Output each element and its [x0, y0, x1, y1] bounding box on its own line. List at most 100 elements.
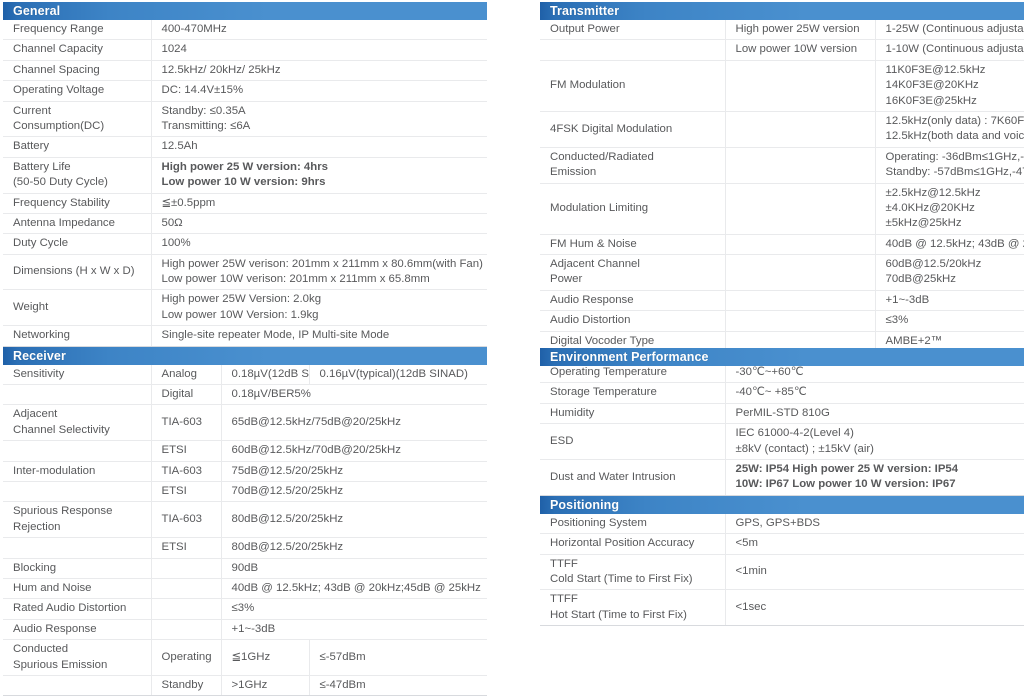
row-value: 25W: IP54 High power 25 W version: IP54 1…: [724, 459, 1024, 496]
row-label: [3, 384, 151, 406]
section-header: Positioning: [540, 495, 1024, 514]
section-header: Transmitter: [540, 2, 1024, 20]
row-value: 100%: [150, 233, 487, 255]
row-subcolumn: Digital: [150, 384, 221, 406]
row-value: PerMIL-STD 810G: [724, 403, 1024, 425]
row-value-2: ≤-47dBm: [308, 675, 487, 696]
row-value: High power 25W verison: 201mm x 211mm x …: [150, 254, 487, 291]
right-column: Transmitter Output Power High power 25W ve…: [540, 2, 1024, 627]
table-row: Antenna Impedance 50Ω: [3, 213, 487, 235]
row-label: 4FSK Digital Modulation: [540, 111, 725, 148]
table-row: Current Consumption(DC) Standby: ≤0.35A Tra…: [3, 101, 487, 138]
row-value: 75dB@12.5/20/25kHz: [220, 461, 487, 482]
table-row: Audio Response +1~-3dB: [3, 619, 487, 641]
section-header: Receiver: [3, 346, 487, 365]
row-subcolumn: ETSI: [150, 537, 221, 559]
row-label: ESD: [540, 423, 725, 460]
row-value: 40dB @ 12.5kHz; 43dB @ 20kHz; 45dB @ 25k…: [874, 234, 1024, 256]
table-row: Adjacent Channel Power 60dB@12.5/20kHz 70dB…: [540, 254, 1024, 291]
row-value: High power 25 W version: 4hrs Low power 1…: [150, 157, 487, 194]
table-row: Modulation Limiting ±2.5kHz@12.5kHz ±4.0KH…: [540, 183, 1024, 235]
table-row: Blocking 90dB: [3, 558, 487, 579]
row-subcolumn: Operating: [150, 639, 221, 676]
row-value: 50Ω: [150, 213, 487, 235]
row-label: Inter-modulation: [3, 461, 151, 482]
row-value: IEC 61000-4-2(Level 4) ±8kV (contact) ; ±…: [724, 423, 1024, 460]
table-row: Networking Single-site repeater Mode, IP …: [3, 325, 487, 347]
row-value: 70dB@12.5/20/25kHz: [220, 481, 487, 503]
row-label: Storage Temperature: [540, 382, 725, 404]
row-value: 12.5Ah: [150, 136, 487, 158]
row-label: Spurious Response Rejection: [3, 501, 151, 539]
row-label: Audio Response: [540, 290, 725, 312]
spec-table: Positioning System GPS, GPS+BDS Horizontal…: [540, 513, 1024, 627]
row-subcolumn: Low power 10W version: [724, 39, 875, 61]
row-value: 0.18µV(12dB SINAD): [220, 364, 309, 386]
row-label: Channel Capacity: [3, 39, 151, 61]
table-row: TTFF Hot Start (Time to First Fix) <1sec: [540, 589, 1024, 627]
table-row: Horizontal Position Accuracy <5m: [540, 533, 1024, 555]
row-label: Dimensions (H x W x D): [3, 254, 151, 291]
table-row: Conducted Spurious Emission Operating ≦1GHz…: [3, 639, 487, 676]
row-value: 1-25W (Continuous adjustable): [874, 20, 1024, 41]
table-row: Audio Distortion ≤3%: [540, 310, 1024, 332]
row-label: Channel Spacing: [3, 60, 151, 82]
row-label: FM Hum & Noise: [540, 234, 725, 256]
spec-table: SensitivityAnalog0.18µV(12dB SINAD)0.16µ…: [3, 364, 487, 696]
row-label: Frequency Range: [3, 20, 151, 41]
row-value: +1~-3dB: [220, 619, 487, 641]
spec-table: Frequency Range 400-470MHz Channel Capacit…: [3, 20, 487, 347]
row-subcolumn: TIA-603: [150, 461, 221, 482]
table-row: Dust and Water Intrusion 25W: IP54 High p…: [540, 459, 1024, 496]
row-value: 90dB: [220, 558, 487, 579]
row-label: [3, 537, 151, 559]
row-label: Battery: [3, 136, 151, 158]
row-label: Sensitivity: [3, 364, 151, 386]
row-subcolumn: ETSI: [150, 440, 221, 462]
row-value: 40dB @ 12.5kHz; 43dB @ 20kHz;45dB @ 25kH…: [220, 578, 487, 600]
section-header: General: [3, 2, 487, 20]
row-value: ±2.5kHz@12.5kHz ±4.0KHz@20KHz ±5kHz@25kHz: [874, 183, 1024, 235]
row-value: >1GHz: [220, 675, 309, 696]
table-row: Storage Temperature -40℃~ +85℃: [540, 382, 1024, 404]
table-row: Standby >1GHz ≤-47dBm: [3, 675, 487, 696]
table-row: Low power 10W version 1-10W (Continuous a…: [540, 39, 1024, 61]
row-label: [3, 440, 151, 462]
table-row: ETSI 60dB@12.5kHz/70dB@20/25kHz: [3, 440, 487, 462]
row-subcolumn: Standby: [150, 675, 221, 696]
table-row: ETSI 70dB@12.5/20/25kHz: [3, 481, 487, 503]
table-row: Operating Voltage DC: 14.4V±15%: [3, 80, 487, 102]
row-value: 0.18µV/BER5%: [220, 384, 487, 406]
row-value: DC: 14.4V±15%: [150, 80, 487, 102]
table-row: Frequency Stability ≦±0.5ppm: [3, 193, 487, 214]
row-subcolumn: [724, 60, 875, 112]
row-value: 60dB@12.5/20kHz 70dB@25kHz: [874, 254, 1024, 291]
row-value: <1sec: [724, 589, 1024, 627]
row-value: High power 25W Version: 2.0kg Low power 1…: [150, 289, 487, 327]
table-row: FM Modulation 11K0F3E@12.5kHz 14K0F3E@20KH…: [540, 60, 1024, 112]
table-row: Adjacent Channel Selectivity TIA-603 65dB@1…: [3, 404, 487, 442]
row-value: 65dB@12.5kHz/75dB@20/25kHz: [220, 404, 487, 442]
row-label: Frequency Stability: [3, 193, 151, 214]
table-row: Digital 0.18µV/BER5%: [3, 384, 487, 406]
table-row: Humidity PerMIL-STD 810G: [540, 403, 1024, 425]
row-value: 400-470MHz: [150, 20, 487, 41]
row-value: 11K0F3E@12.5kHz 14K0F3E@20KHz 16K0F3E@25kH…: [874, 60, 1024, 112]
row-value: ≤3%: [220, 598, 487, 620]
section-header: Environment Performance: [540, 348, 1024, 367]
row-label: Duty Cycle: [3, 233, 151, 255]
table-row: Channel Spacing 12.5kHz/ 20kHz/ 25kHz: [3, 60, 487, 82]
table-row: SensitivityAnalog0.18µV(12dB SINAD)0.16µ…: [3, 364, 487, 386]
table-row: Conducted/Radiated Emission Operating: -36…: [540, 147, 1024, 184]
row-value: 60dB@12.5kHz/70dB@20/25kHz: [220, 440, 487, 462]
table-row: Battery 12.5Ah: [3, 136, 487, 158]
row-label: Weight: [3, 289, 151, 327]
row-label: Hum and Noise: [3, 578, 151, 600]
row-subcolumn: [724, 147, 875, 184]
row-value: 12.5kHz(only data) : 7K60FXD12.5kHz(both…: [874, 111, 1024, 148]
row-subcolumn: [150, 558, 221, 579]
row-label: Blocking: [3, 558, 151, 579]
row-value: <5m: [724, 533, 1024, 555]
table-row: Inter-modulation TIA-603 75dB@12.5/20/25kH…: [3, 461, 487, 482]
row-label: Audio Distortion: [540, 310, 725, 332]
